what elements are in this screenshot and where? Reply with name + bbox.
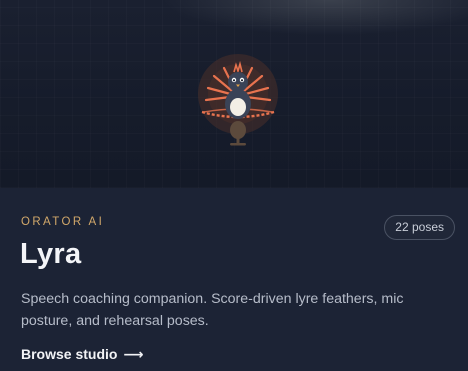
arrow-right-icon: ⟶	[123, 346, 144, 362]
browse-studio-link[interactable]: Browse studio ⟶	[21, 346, 143, 363]
poses-count-badge: 22 poses	[384, 215, 455, 240]
hero-banner	[0, 0, 468, 188]
card-description: Speech coaching companion. Score-driven …	[21, 291, 404, 329]
lyrebird-mascot-icon	[198, 54, 278, 146]
character-card[interactable]: ORATOR AI 22 poses Lyra Speech coaching …	[0, 0, 468, 371]
card-content: ORATOR AI 22 poses Lyra Speech coaching …	[0, 188, 468, 371]
card-title: Lyra	[20, 238, 82, 270]
eyebrow-label: ORATOR AI	[21, 216, 105, 228]
browse-studio-label: Browse studio	[21, 346, 118, 362]
